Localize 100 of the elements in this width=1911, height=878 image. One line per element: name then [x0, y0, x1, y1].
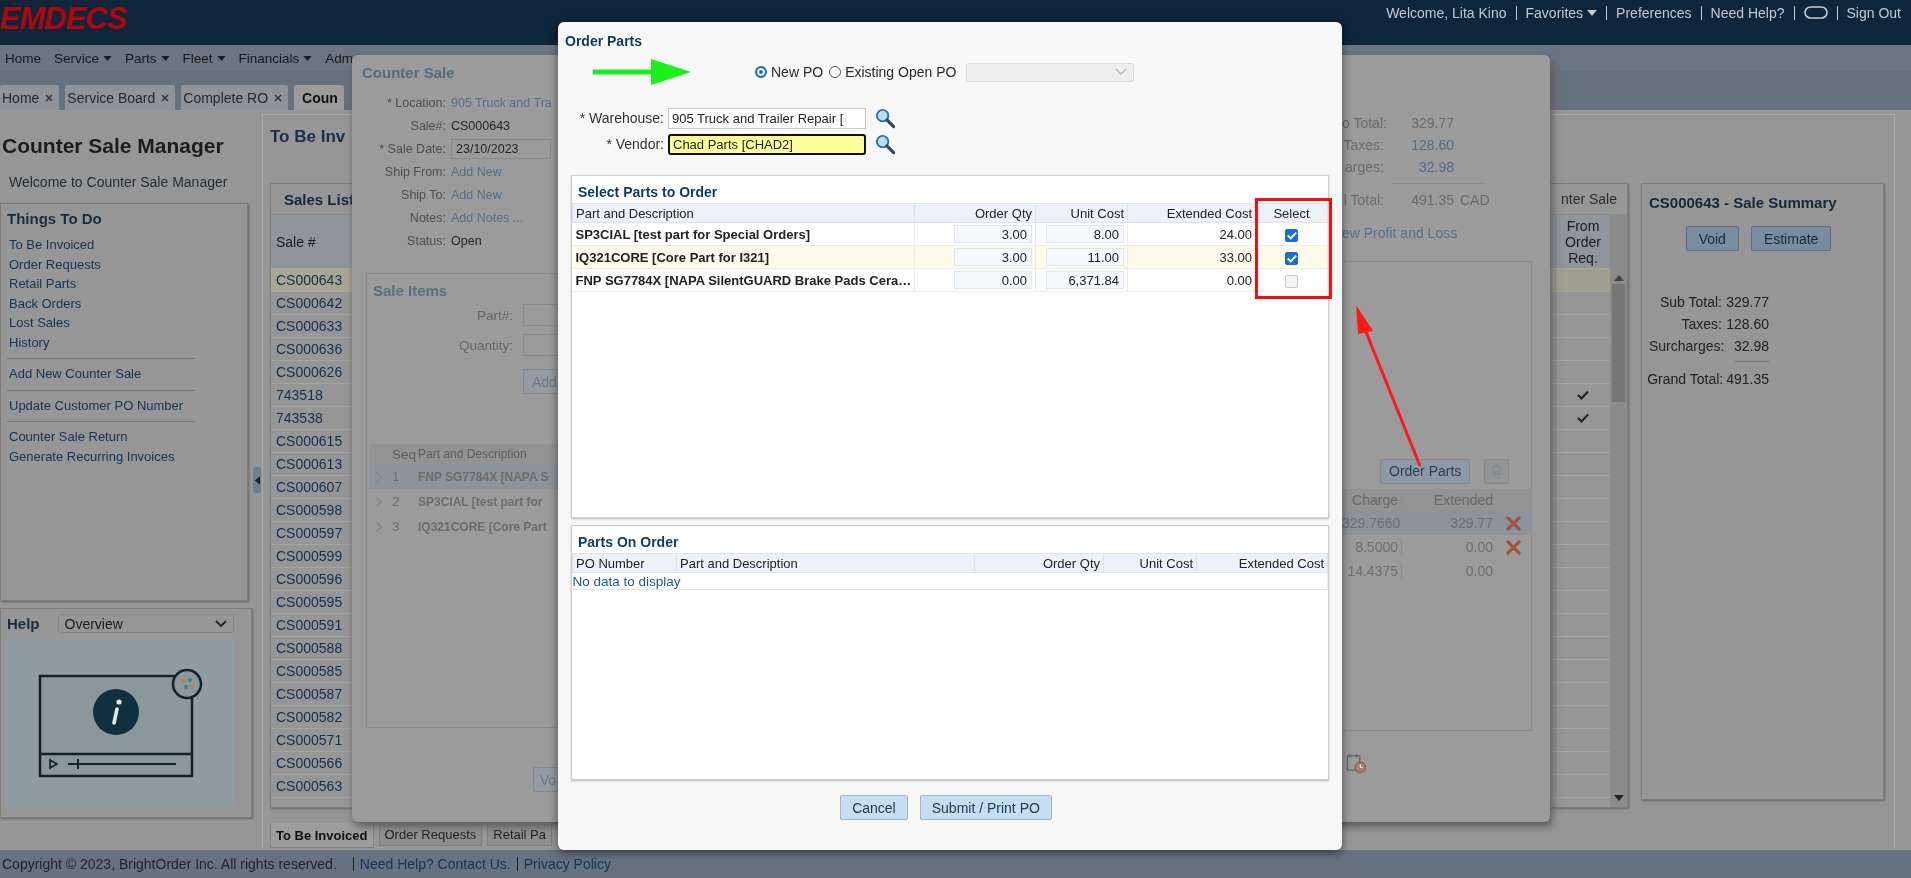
order-parts-button[interactable]: Order Parts	[1380, 458, 1471, 484]
tab[interactable]: Home	[0, 85, 60, 110]
column-header[interactable]: Order Qty	[974, 553, 1104, 573]
topic-select[interactable]: Overview	[57, 614, 234, 633]
menu-item[interactable]: Fleet	[182, 50, 226, 66]
sale-number[interactable]: CS000599	[271, 545, 356, 567]
todo-link[interactable]: Counter Sale Return	[9, 427, 128, 447]
menu-item[interactable]: Home	[5, 50, 41, 66]
column-header[interactable]: Sale #	[271, 215, 356, 268]
todo-link[interactable]: Generate Recurring Invoices	[9, 446, 175, 466]
copyright-text: Copyright © 2023, BrightOrder Inc. All rights reserved.	[2, 856, 337, 872]
header-link[interactable]: Sign Out	[1846, 5, 1901, 21]
menu-item[interactable]: Service	[54, 50, 113, 66]
panel-title: Select Parts to Order	[577, 183, 719, 202]
todo-link[interactable]: History	[9, 332, 50, 352]
tab[interactable]: Order Requests	[378, 823, 483, 846]
unit-cost-field[interactable]: 11.00	[1046, 248, 1124, 266]
sale-number[interactable]: CS000566	[271, 752, 356, 774]
panel-title: Sale Items	[373, 282, 449, 299]
sale-number[interactable]: CS000571	[271, 729, 356, 751]
sale-number[interactable]: CS000636	[271, 338, 356, 360]
table-row[interactable]: FNP SG7784X [NAPA SilentGUARD Brake Pads Cera… 0.00 6,371.84 0.00	[572, 268, 1328, 292]
column-header[interactable]: Part and Description	[676, 553, 975, 573]
panel-title: nter Sale	[1560, 191, 1617, 207]
sale-number[interactable]: CS000633	[271, 315, 356, 337]
favorites-menu[interactable]: Favorites	[1525, 5, 1598, 21]
table-row[interactable]: SP3CIAL [test part for Special Orders] 3.00 8.00 24.00	[572, 222, 1328, 246]
footer-link[interactable]: Need Help? Contact Us.	[359, 856, 511, 872]
field-label: * Sale Date:	[378, 142, 446, 156]
sale-number[interactable]: CS000613	[271, 453, 356, 475]
sale-number[interactable]: CS000585	[271, 660, 356, 682]
unit-cost-field[interactable]: 6,371.84	[1046, 271, 1124, 289]
column-header[interactable]: Select	[1255, 203, 1328, 223]
sale-number[interactable]: 743538	[271, 407, 356, 429]
sale-number[interactable]: CS000642	[271, 292, 356, 314]
sale-number[interactable]: CS000596	[271, 568, 356, 590]
todo-link[interactable]: Order Requests	[9, 254, 101, 274]
todo-link[interactable]: Lost Sales	[9, 313, 70, 333]
sale-number[interactable]: CS000588	[271, 637, 356, 659]
panel-title: CS000643 - Sale Summary	[1649, 194, 1838, 211]
field-value: CS000643	[451, 119, 511, 133]
column-header[interactable]: Extended Cost	[1127, 203, 1256, 223]
dialog-button[interactable]: Submit / Print PO	[919, 795, 1052, 820]
sale-number[interactable]: CS000595	[271, 591, 356, 613]
sale-number[interactable]: CS000587	[271, 683, 356, 705]
menu-item[interactable]: Adm	[325, 50, 354, 66]
field-label: Notes:	[408, 211, 446, 225]
sale-number[interactable]: CS000563	[271, 775, 356, 797]
column-header[interactable]: PO Number	[572, 553, 677, 573]
footer-link[interactable]: Privacy Policy	[523, 856, 611, 872]
warehouse-field[interactable]: 905 Truck and Trailer Repair [	[668, 107, 866, 129]
sale-number[interactable]: 743518	[271, 384, 356, 406]
todo-link[interactable]: Add New Counter Sale	[9, 364, 142, 384]
total-label: Taxes:	[1681, 315, 1722, 334]
todo-link[interactable]: Retail Parts	[9, 274, 77, 294]
menu-item[interactable]: Parts	[125, 50, 170, 66]
total-value: 329.77	[1725, 293, 1769, 312]
sale-number[interactable]: CS000607	[271, 476, 356, 498]
todo-link[interactable]: Update Customer PO Number	[9, 395, 184, 415]
tab[interactable]: Retail Pa	[487, 823, 552, 846]
tab[interactable]: Coun	[294, 85, 344, 110]
column-header[interactable]: Unit Cost	[1035, 203, 1128, 223]
field-label: Sale#:	[409, 119, 446, 133]
todo-link[interactable]: To Be Invoiced	[9, 235, 95, 255]
summary-button[interactable]: Void	[1685, 226, 1739, 251]
quantity-field[interactable]: 0.00	[954, 271, 1032, 289]
tab[interactable]: To Be Invoiced	[270, 823, 374, 848]
radio-option[interactable]: Existing Open PO	[829, 64, 957, 80]
header-link[interactable]: Preferences	[1616, 5, 1692, 21]
sale-number[interactable]: CS000591	[271, 614, 356, 636]
column-header[interactable]: Part and Description	[572, 203, 915, 223]
sale-number[interactable]: CS000598	[271, 499, 356, 521]
column-header[interactable]: Unit Cost	[1103, 553, 1197, 573]
tab[interactable]: Complete RO	[181, 85, 289, 110]
menu-item[interactable]: Financials	[238, 50, 313, 66]
sale-number[interactable]: CS000615	[271, 430, 356, 452]
sale-number[interactable]: CS000626	[271, 361, 356, 383]
summary-button[interactable]: Estimate	[1750, 226, 1832, 251]
unit-cost-field[interactable]: 8.00	[1046, 225, 1124, 243]
field-value: Open	[451, 234, 482, 248]
table-cell: SP3CIAL [test part for Special Orders]	[572, 222, 915, 246]
date-field[interactable]: 23/10/2023	[451, 139, 551, 159]
field-label: Ship From:	[383, 165, 446, 179]
column-header[interactable]: Extended Cost	[1196, 553, 1328, 573]
vendor-field[interactable]: Chad Parts [CHAD2]	[668, 133, 866, 155]
quantity-field[interactable]: 3.00	[954, 248, 1032, 266]
dialog-title: Counter Sale	[362, 64, 456, 81]
table-cell: 33.00	[1127, 245, 1256, 269]
todo-link[interactable]: Back Orders	[9, 293, 82, 313]
radio-option[interactable]: New PO	[755, 64, 824, 80]
sale-number[interactable]: CS000582	[271, 706, 356, 728]
column-header[interactable]: Order Qty	[914, 203, 1036, 223]
total-value: 32.98	[1732, 337, 1769, 356]
dialog-button[interactable]: Cancel	[840, 795, 908, 820]
total-label: Surcharges:	[1649, 337, 1725, 356]
sale-number[interactable]: CS000597	[271, 522, 356, 544]
header-link[interactable]: Need Help?	[1710, 5, 1785, 21]
quantity-field[interactable]: 3.00	[954, 225, 1032, 243]
tab[interactable]: Service Board	[65, 85, 176, 110]
table-row[interactable]: IQ321CORE [Core Part for I321] 3.00 11.00 33.00	[572, 245, 1328, 269]
